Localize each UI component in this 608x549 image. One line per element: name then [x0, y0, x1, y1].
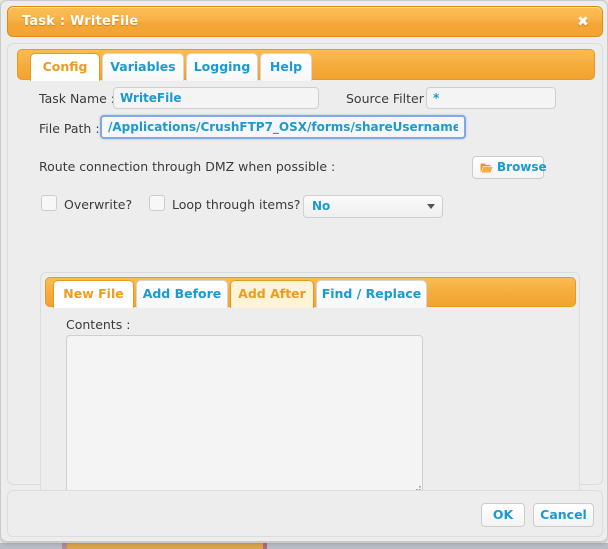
folder-icon: [480, 163, 493, 173]
overwrite-checkbox[interactable]: [41, 195, 57, 211]
chevron-down-icon: [427, 204, 435, 209]
tab-add-after[interactable]: Add After: [230, 280, 314, 308]
dialog-titlebar: Task : WriteFile ✖: [7, 6, 603, 37]
close-icon[interactable]: ✖: [574, 13, 592, 31]
dmz-route-value: No: [312, 199, 331, 213]
background-chunk: [67, 543, 263, 549]
tab-variables[interactable]: Variables: [102, 53, 184, 81]
browse-button-label: Browse: [497, 160, 547, 174]
file-path-label: File Path :: [39, 121, 100, 136]
task-name-label: Task Name :: [39, 91, 116, 106]
tab-find-replace[interactable]: Find / Replace: [316, 280, 427, 308]
tab-help[interactable]: Help: [260, 53, 312, 81]
dialog-title: Task : WriteFile: [22, 14, 139, 29]
tab-config[interactable]: Config: [30, 53, 100, 81]
loop-through-items-label[interactable]: Loop through items?: [172, 197, 300, 212]
file-mode-panel: New File Add Before Add After Find / Rep…: [40, 272, 580, 514]
dialog-footer: OK Cancel: [7, 490, 603, 537]
dmz-route-label: Route connection through DMZ when possib…: [39, 159, 336, 174]
cancel-button[interactable]: Cancel: [533, 503, 594, 527]
tab-logging[interactable]: Logging: [186, 53, 258, 81]
browse-button[interactable]: Browse: [472, 156, 547, 179]
background-chunk: [0, 543, 62, 549]
file-mode-tab-bar: New File Add Before Add After Find / Rep…: [45, 277, 576, 308]
task-name-input[interactable]: [113, 87, 319, 109]
tab-add-before[interactable]: Add Before: [136, 280, 228, 308]
task-dialog: Task : WriteFile ✖ Config Variables Logg…: [0, 0, 608, 542]
main-tab-bar: Config Variables Logging Help: [17, 49, 595, 81]
ok-button[interactable]: OK: [481, 503, 525, 527]
contents-label: Contents :: [66, 317, 131, 332]
config-content-card: Config Variables Logging Help Task Name …: [7, 43, 603, 514]
tab-new-file[interactable]: New File: [53, 280, 134, 308]
source-filter-label: Source Filter :: [346, 91, 433, 106]
dmz-route-select[interactable]: No: [303, 195, 443, 218]
file-path-input[interactable]: [100, 115, 466, 139]
contents-textarea[interactable]: [66, 335, 423, 498]
loop-through-items-checkbox[interactable]: [149, 195, 165, 211]
source-filter-input[interactable]: [426, 87, 556, 109]
overwrite-label[interactable]: Overwrite?: [64, 197, 132, 212]
background-chunk: [267, 543, 608, 549]
